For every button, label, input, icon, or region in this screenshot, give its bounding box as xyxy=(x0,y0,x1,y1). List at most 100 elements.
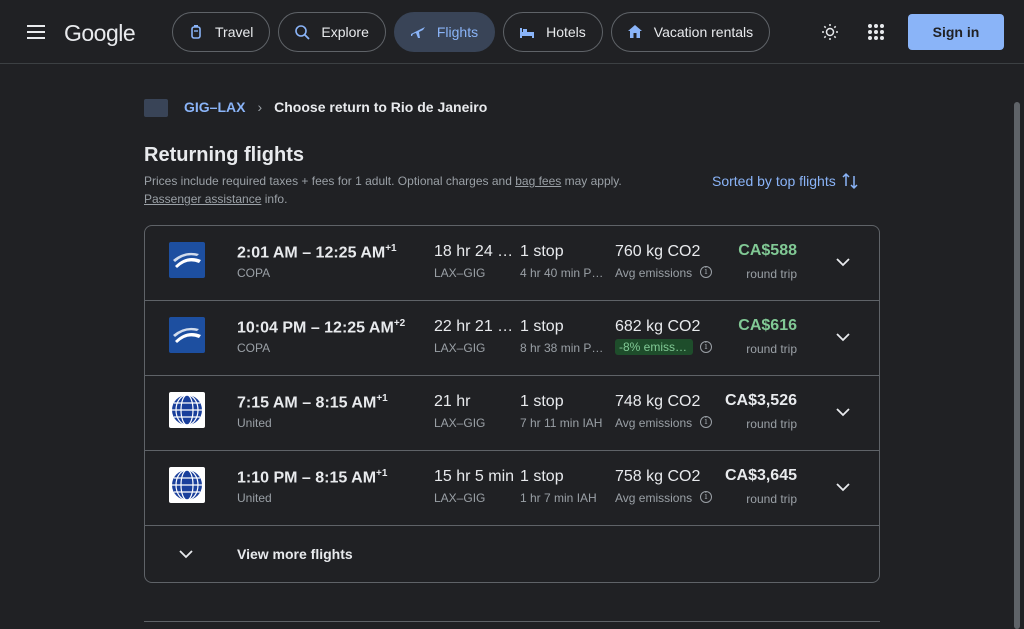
stops-count: 1 stop xyxy=(520,318,564,335)
flight-time-range: 2:01 AM – 12:25 AM xyxy=(237,244,386,262)
sort-label: Sorted by top flights xyxy=(712,173,836,189)
co2-emissions: 758 kg CO2 xyxy=(615,468,701,485)
chevron-down-icon xyxy=(836,332,850,341)
flight-duration: 15 hr 5 min xyxy=(434,468,515,485)
flight-time-range: 1:10 PM – 8:15 AM xyxy=(237,469,377,487)
chevron-down-icon xyxy=(836,482,850,491)
tab-label: Vacation rentals xyxy=(653,24,754,40)
expand-more-button[interactable] xyxy=(174,542,198,566)
price-type: round trip xyxy=(746,492,797,506)
flight-route: LAX–GIG xyxy=(434,491,486,505)
flight-duration: 22 hr 21 min xyxy=(434,318,520,335)
flight-times: 7:15 AM – 8:15 AM+1 xyxy=(237,393,388,412)
co2-emissions: 760 kg CO2 xyxy=(615,243,701,260)
product-tabs: Travel Explore Flights Hotels Vacation r… xyxy=(172,12,771,52)
airline-name: United xyxy=(237,416,272,430)
passenger-assistance-link[interactable]: Passenger assistance xyxy=(144,192,261,206)
flight-row[interactable]: 2:01 AM – 12:25 AM+1 COPA 18 hr 24 min L… xyxy=(145,226,879,301)
tab-flights[interactable]: Flights xyxy=(393,12,496,52)
tab-vacation-rentals[interactable]: Vacation rentals xyxy=(610,12,771,52)
expand-details-button[interactable] xyxy=(831,325,855,349)
co2-emissions: 682 kg CO2 xyxy=(615,318,701,335)
flight-duration: 21 hr xyxy=(434,393,471,410)
section-divider xyxy=(144,621,880,622)
passenger-assistance: Passenger assistance info. xyxy=(144,192,287,206)
united-airline-logo xyxy=(169,467,205,503)
copa-airline-logo xyxy=(169,242,205,278)
layover-info: 1 hr 7 min IAH xyxy=(520,491,597,505)
flight-row[interactable]: 7:15 AM – 8:15 AM+1 United 21 hr LAX–GIG… xyxy=(145,376,879,451)
info-icon[interactable]: i xyxy=(700,341,712,353)
top-app-bar: Google Travel Explore Flights Hotels Vac… xyxy=(0,0,1024,64)
apps-grid-icon xyxy=(868,24,884,40)
bag-fees-link[interactable]: bag fees xyxy=(515,174,561,188)
flight-results-list: 2:01 AM – 12:25 AM+1 COPA 18 hr 24 min L… xyxy=(144,225,880,583)
expand-details-button[interactable] xyxy=(831,475,855,499)
layover-info: 4 hr 40 min PTY xyxy=(520,266,604,280)
google-apps-button[interactable] xyxy=(860,16,892,48)
flights-icon xyxy=(410,27,425,38)
airline-name: COPA xyxy=(237,341,271,355)
day-offset: +2 xyxy=(393,318,406,329)
layover-info: 8 hr 38 min PTY xyxy=(520,341,604,355)
chevron-down-icon xyxy=(836,407,850,416)
lower-emissions-badge: -8% emissions xyxy=(615,339,693,355)
info-icon[interactable]: i xyxy=(700,266,712,278)
hamburger-icon xyxy=(27,25,45,39)
chevron-down-icon xyxy=(179,549,193,558)
breadcrumb-current: Choose return to Rio de Janeiro xyxy=(274,99,488,115)
stops-count: 1 stop xyxy=(520,243,564,260)
flight-row[interactable]: 1:10 PM – 8:15 AM+1 United 15 hr 5 min L… xyxy=(145,451,879,526)
flight-row[interactable]: 10:04 PM – 12:25 AM+2 COPA 22 hr 21 min … xyxy=(145,301,879,376)
price-type: round trip xyxy=(746,417,797,431)
main-menu-button[interactable] xyxy=(16,14,56,50)
price-disclaimer: Prices include required taxes + fees for… xyxy=(144,174,622,188)
sign-in-button[interactable]: Sign in xyxy=(908,14,1004,50)
united-airline-logo xyxy=(169,392,205,428)
airline-name: United xyxy=(237,491,272,505)
flight-price: CA$588 xyxy=(738,242,797,259)
tab-label: Hotels xyxy=(546,24,586,40)
vacation-rentals-icon xyxy=(627,25,642,38)
sort-button[interactable]: Sorted by top flights xyxy=(712,172,858,190)
explore-icon xyxy=(295,25,311,40)
flight-price: CA$616 xyxy=(738,317,797,334)
flight-times: 2:01 AM – 12:25 AM+1 xyxy=(237,243,397,262)
flight-route: LAX–GIG xyxy=(434,341,486,355)
flight-route: LAX–GIG xyxy=(434,416,486,430)
chevron-down-icon xyxy=(836,257,850,266)
sort-arrows-icon xyxy=(842,172,858,190)
emissions-label: Avg emissions xyxy=(615,491,693,505)
flight-price: CA$3,526 xyxy=(724,392,797,409)
stops-count: 1 stop xyxy=(520,393,564,410)
tab-label: Travel xyxy=(215,24,254,40)
travel-icon xyxy=(191,25,201,39)
breadcrumb-outbound-link[interactable]: GIG–LAX xyxy=(184,99,245,115)
page-scrollbar[interactable] xyxy=(1014,102,1020,629)
expand-details-button[interactable] xyxy=(831,400,855,424)
co2-emissions: 748 kg CO2 xyxy=(615,393,701,410)
tab-travel[interactable]: Travel xyxy=(172,12,271,52)
airline-name: COPA xyxy=(237,266,271,280)
disclaimer-text-end: may apply. xyxy=(561,174,622,188)
stops-count: 1 stop xyxy=(520,468,564,485)
tab-hotels[interactable]: Hotels xyxy=(503,12,603,52)
flight-duration: 18 hr 24 min xyxy=(434,243,520,260)
disclaimer-text: Prices include required taxes + fees for… xyxy=(144,174,516,188)
flight-price: CA$3,645 xyxy=(724,467,797,484)
assist-text: info. xyxy=(261,192,288,206)
day-offset: +1 xyxy=(385,243,397,254)
emissions-label: Avg emissions xyxy=(615,266,693,280)
expand-details-button[interactable] xyxy=(831,250,855,274)
view-more-flights-button[interactable]: View more flights xyxy=(145,526,879,582)
price-type: round trip xyxy=(746,267,797,281)
emissions-label: Avg emissions xyxy=(615,416,693,430)
flight-route: LAX–GIG xyxy=(434,266,486,280)
tab-explore[interactable]: Explore xyxy=(278,12,386,52)
day-offset: +1 xyxy=(376,393,388,404)
page-title: Returning flights xyxy=(144,144,304,166)
info-icon[interactable]: i xyxy=(700,416,712,428)
google-logo[interactable]: Google xyxy=(64,20,136,47)
theme-toggle-button[interactable] xyxy=(814,16,846,48)
info-icon[interactable]: i xyxy=(700,491,712,503)
